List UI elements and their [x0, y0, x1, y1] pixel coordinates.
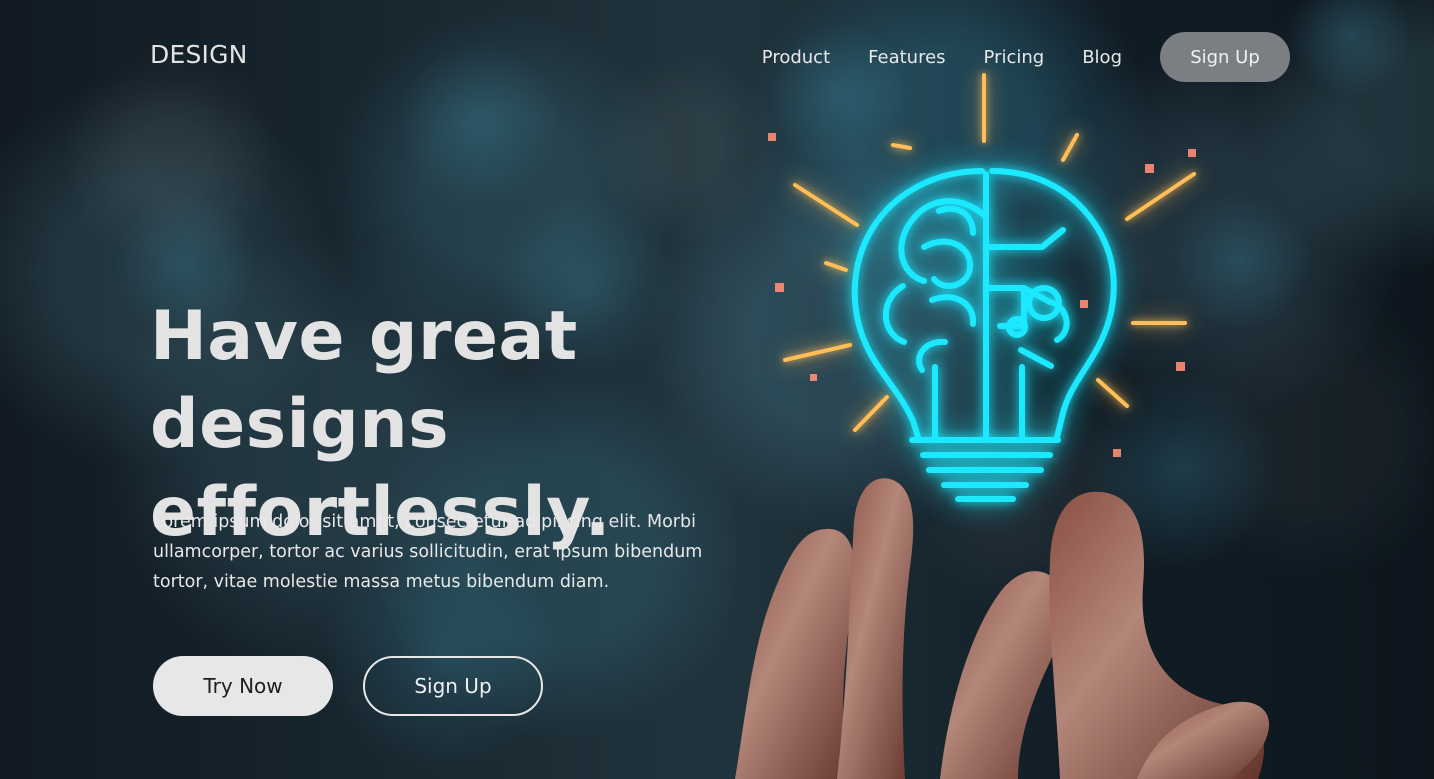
nav-pricing-link[interactable]: Pricing — [984, 47, 1045, 68]
hero-section: DESIGN Product Features Pricing Blog Sig… — [0, 0, 1434, 779]
hero-description: Lorem ipsum dolor sit amet, consectetur … — [153, 512, 703, 592]
headline-line-1: Have great designs — [150, 297, 578, 464]
lightbulb-icon — [851, 168, 1117, 502]
brand-logo[interactable]: DESIGN — [150, 40, 248, 69]
top-navigation: DESIGN Product Features Pricing Blog Sig… — [150, 32, 1290, 84]
nav-product-link[interactable]: Product — [762, 47, 830, 68]
nav-sign-up-button[interactable]: Sign Up — [1160, 32, 1290, 82]
nav-blog-link[interactable]: Blog — [1082, 47, 1122, 68]
nav-features-link[interactable]: Features — [868, 47, 945, 68]
hero-sign-up-button[interactable]: Sign Up — [363, 656, 543, 716]
nav-links: Product Features Pricing Blog Sign Up — [762, 32, 1290, 82]
try-now-button[interactable]: Try Now — [153, 656, 333, 716]
